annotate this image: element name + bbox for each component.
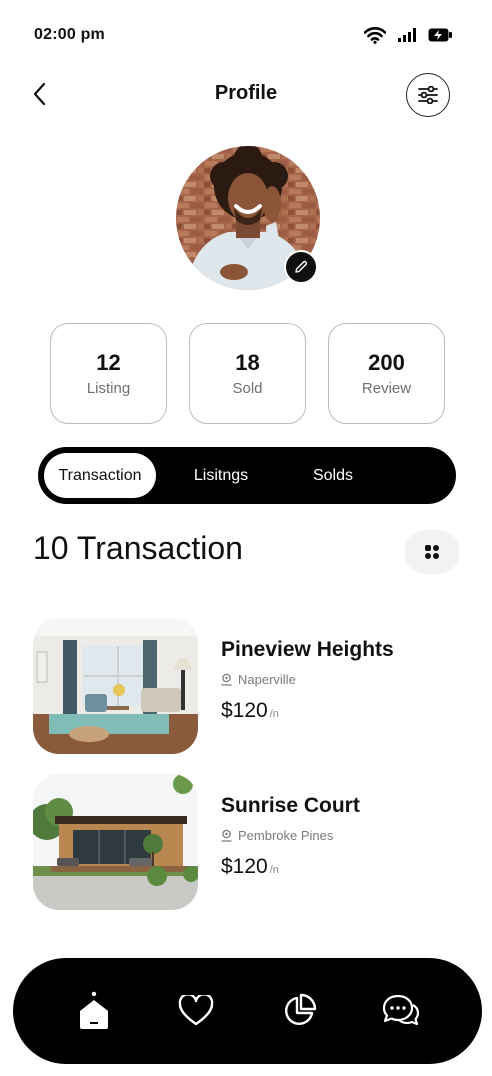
chat-icon: [382, 994, 419, 1026]
stat-value: 18: [235, 349, 260, 375]
stat-card-review[interactable]: 200 Review: [328, 323, 445, 424]
heart-icon: [179, 995, 214, 1026]
stat-card-listing[interactable]: 12 Listing: [50, 323, 167, 424]
stat-label: Sold: [232, 380, 263, 398]
tab-transaction[interactable]: Transaction: [44, 453, 156, 498]
view-toggle-button[interactable]: [404, 530, 460, 574]
property-image: [33, 774, 198, 910]
location-pin-icon: [221, 829, 232, 842]
header: Profile: [0, 70, 492, 118]
property-card[interactable]: Sunrise Court Pembroke Pines $120/n: [33, 774, 453, 910]
status-time: 02:00 pm: [34, 26, 105, 43]
status-icons: [364, 26, 452, 44]
property-location-text: Naperville: [238, 672, 296, 687]
modern-cabin-photo: [33, 774, 198, 910]
tab-solds[interactable]: Solds: [286, 453, 380, 498]
property-location: Pembroke Pines: [221, 828, 360, 843]
price-value: $120: [221, 699, 268, 722]
property-price: $120/n: [221, 699, 394, 723]
stat-value: 200: [368, 349, 405, 375]
nav-analytics[interactable]: [273, 985, 325, 1037]
signal-icon: [398, 28, 416, 42]
property-location: Naperville: [221, 672, 394, 687]
tab-bar: Transaction Lisitngs Solds: [38, 447, 456, 504]
avatar-container: [176, 146, 320, 290]
stat-value: 12: [96, 349, 121, 375]
price-unit: /n: [269, 708, 279, 720]
wifi-icon: [364, 27, 386, 44]
edit-avatar-button[interactable]: [284, 250, 318, 284]
stat-card-sold[interactable]: 18 Sold: [189, 323, 306, 424]
filter-button[interactable]: [406, 73, 450, 117]
pencil-icon: [295, 260, 308, 273]
battery-icon: [428, 28, 452, 42]
price-unit: /n: [269, 864, 279, 876]
section-title: 10 Transaction: [33, 530, 243, 566]
property-card[interactable]: Pineview Heights Naperville $120/n: [33, 618, 453, 754]
location-pin-icon: [221, 673, 232, 686]
stat-label: Listing: [86, 380, 131, 398]
property-name: Sunrise Court: [221, 794, 360, 817]
property-info: Pineview Heights Naperville $120/n: [221, 638, 394, 723]
property-name: Pineview Heights: [221, 638, 394, 661]
home-icon: [80, 991, 109, 1029]
nav-favorites[interactable]: [170, 985, 222, 1037]
tab-listings[interactable]: Lisitngs: [156, 453, 286, 498]
nav-home[interactable]: [68, 985, 120, 1037]
nav-messages[interactable]: [375, 985, 427, 1037]
property-info: Sunrise Court Pembroke Pines $120/n: [221, 794, 360, 879]
bottom-nav: [13, 958, 482, 1064]
stat-label: Review: [361, 380, 412, 398]
property-price: $120/n: [221, 855, 360, 879]
grid-dots-icon: [425, 545, 439, 559]
sliders-icon: [418, 86, 438, 104]
property-image: [33, 618, 198, 754]
status-bar: 02:00 pm: [34, 22, 452, 48]
living-room-photo: [33, 618, 198, 754]
price-value: $120: [221, 855, 268, 878]
property-location-text: Pembroke Pines: [238, 828, 334, 843]
stats-row: 12 Listing 18 Sold 200 Review: [50, 323, 445, 424]
pie-chart-icon: [284, 993, 316, 1026]
